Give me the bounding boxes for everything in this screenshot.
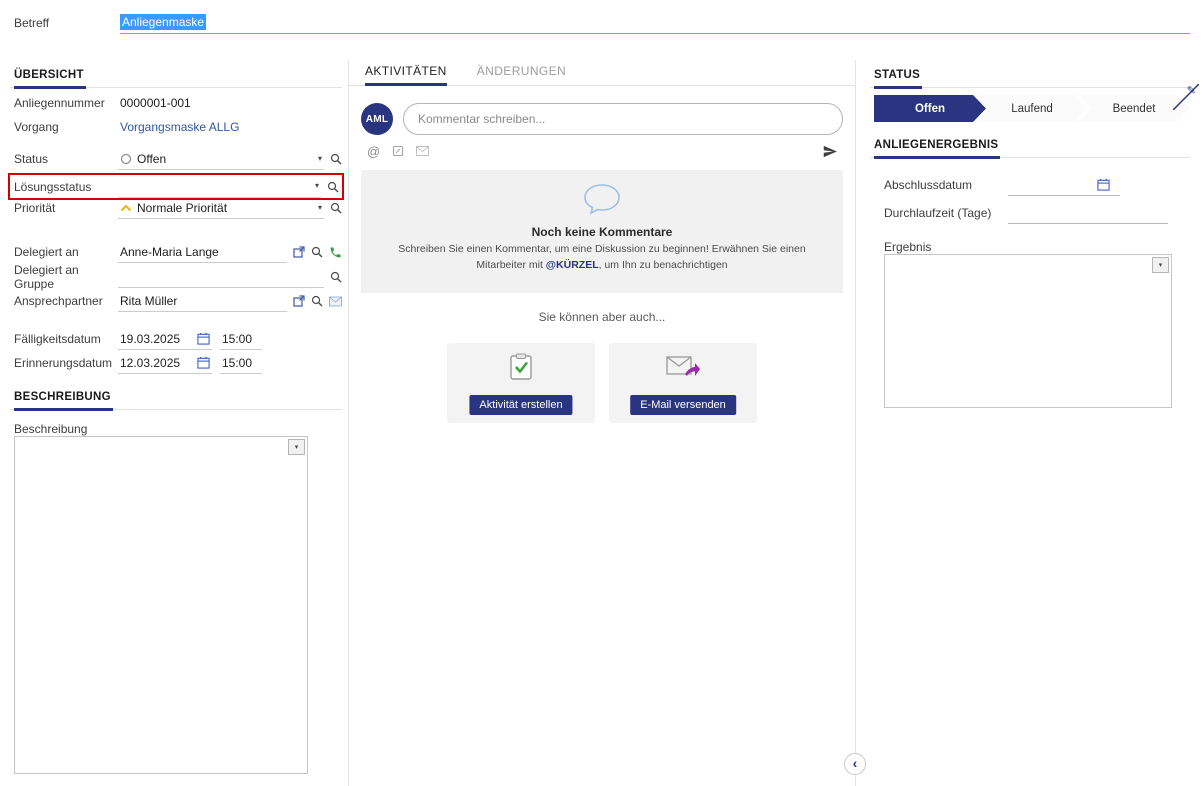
prioritaet-select[interactable]: Normale Priorität ▾ [118, 197, 324, 219]
status-step-laufend[interactable]: Laufend [976, 95, 1088, 122]
anliegennummer-value: 0000001-001 [120, 96, 191, 110]
status-header: STATUS [870, 62, 1190, 88]
betreff-label: Betreff [14, 16, 49, 30]
field-ansprechpartner: Ansprechpartner Rita Müller [10, 290, 342, 312]
overview-panel: ÜBERSICHT Anliegennummer 0000001-001 Vor… [10, 62, 342, 786]
status-title: STATUS [874, 69, 922, 89]
clipboard-check-icon [508, 353, 534, 381]
field-erinnerungsdatum: Erinnerungsdatum 12.03.2025 15:00 [10, 352, 342, 374]
ergebnis-label: Ergebnis [884, 240, 931, 254]
erinnerungsdatum-time-input[interactable]: 15:00 [220, 352, 262, 374]
tab-aktivitaeten[interactable]: AKTIVITÄTEN [365, 64, 447, 86]
overview-header: ÜBERSICHT [10, 62, 342, 88]
status-steps: Offen Laufend Beendet [874, 95, 1190, 122]
chevron-down-icon[interactable]: ▾ [315, 182, 319, 190]
create-activity-button[interactable]: Aktivität erstellen [469, 395, 572, 415]
mail-icon[interactable] [416, 146, 429, 156]
search-icon[interactable] [327, 181, 339, 193]
field-status: Status Offen ▾ [10, 148, 342, 170]
vorgang-link[interactable]: Vorgangsmaske ALLG [120, 120, 239, 134]
beschreibung-dropdown-button[interactable]: ▾ [288, 439, 305, 455]
chevron-down-icon[interactable]: ▾ [318, 155, 322, 163]
chevron-left-icon: ‹ [853, 756, 858, 770]
beschreibung-label: Beschreibung [14, 422, 87, 436]
search-icon[interactable] [330, 271, 342, 283]
suggestion-text: Sie können aber auch... [349, 310, 855, 324]
chevron-down-icon[interactable]: ▾ [318, 204, 322, 212]
email-forward-icon [666, 353, 700, 379]
field-abschlussdatum: Abschlussdatum [884, 174, 1185, 196]
field-prioritaet: Priorität Normale Priorität ▾ [10, 197, 342, 219]
result-title: ANLIEGENERGEBNIS [874, 139, 1000, 159]
send-email-button[interactable]: E-Mail versenden [630, 395, 736, 415]
popout-edit-corner[interactable]: ✎ [1173, 84, 1199, 110]
overview-title: ÜBERSICHT [14, 69, 86, 89]
chevron-down-icon: ▾ [1159, 262, 1163, 269]
abschlussdatum-input[interactable] [1008, 174, 1120, 196]
faelligkeitsdatum-time-input[interactable]: 15:00 [220, 328, 262, 350]
anliegen-detail-page: Betreff Anliegenmaske ÜBERSICHT Anliegen… [0, 0, 1203, 786]
field-vorgang: Vorgang Vorgangsmaske ALLG [10, 116, 342, 138]
field-anliegennummer: Anliegennummer 0000001-001 [10, 92, 342, 114]
delegiert-an-value: Anne-Maria Lange [120, 245, 219, 259]
send-email-card[interactable]: E-Mail versenden [609, 343, 757, 423]
beschreibung-header: BESCHREIBUNG [10, 384, 342, 410]
result-header: ANLIEGENERGEBNIS [870, 132, 1190, 158]
tab-aenderungen[interactable]: ÄNDERUNGEN [477, 64, 566, 85]
calendar-icon[interactable] [1097, 178, 1110, 191]
calendar-icon[interactable] [197, 356, 210, 369]
field-durchlaufzeit: Durchlaufzeit (Tage) [884, 202, 1185, 224]
faelligkeitsdatum-date-input[interactable]: 19.03.2025 [118, 328, 212, 350]
status-value: Offen [137, 152, 166, 166]
empty-state-title: Noch keine Kommentare [361, 225, 843, 239]
email-icon[interactable] [329, 296, 342, 307]
search-icon[interactable] [330, 153, 342, 165]
field-delegiert-an: Delegiert an Anne-Maria Lange [10, 241, 342, 263]
status-select[interactable]: Offen ▾ [118, 148, 324, 170]
comments-empty-state: Noch keine Kommentare Schreiben Sie eine… [361, 170, 843, 293]
erinnerungsdatum-date-input[interactable]: 12.03.2025 [118, 352, 212, 374]
search-icon[interactable] [330, 202, 342, 214]
activities-tabs: AKTIVITÄTEN ÄNDERUNGEN [349, 60, 855, 86]
send-icon[interactable] [821, 144, 839, 159]
prioritaet-value: Normale Priorität [137, 201, 227, 215]
radio-circle-icon [120, 153, 132, 165]
avatar: AML [361, 103, 393, 135]
field-loesungsstatus-highlighted: Lösungsstatus ▾ [8, 173, 344, 200]
betreff-value-selected: Anliegenmaske [120, 14, 206, 30]
delegiert-an-input[interactable]: Anne-Maria Lange [118, 241, 287, 263]
ergebnis-dropdown-button[interactable]: ▾ [1152, 257, 1169, 273]
empty-state-caption: Schreiben Sie einen Kommentar, um eine D… [376, 242, 828, 274]
durchlaufzeit-input[interactable] [1008, 202, 1168, 224]
beschreibung-textarea[interactable]: ▾ [14, 436, 308, 774]
mention-icon[interactable]: @ [367, 145, 380, 158]
comment-input[interactable] [403, 103, 843, 135]
loesungsstatus-select[interactable]: ▾ [118, 175, 321, 198]
calendar-icon[interactable] [197, 332, 210, 345]
create-activity-card[interactable]: Aktivität erstellen [447, 343, 595, 423]
status-step-offen[interactable]: Offen [874, 95, 986, 122]
open-record-icon[interactable] [293, 295, 305, 307]
open-record-icon[interactable] [293, 246, 305, 258]
note-icon[interactable] [392, 145, 404, 157]
field-delegiert-an-gruppe: Delegiert an Gruppe [10, 266, 342, 288]
betreff-input[interactable]: Anliegenmaske [120, 10, 1190, 34]
mention-kuerzel: @KÜRZEL [546, 259, 599, 271]
speech-bubble-icon [582, 183, 622, 215]
activities-panel: AKTIVITÄTEN ÄNDERUNGEN AML @ Noch kei [348, 60, 856, 786]
status-result-panel: STATUS Offen Laufend Beendet ✎ ANLIEGENE… [870, 62, 1195, 786]
ansprechpartner-input[interactable]: Rita Müller [118, 290, 287, 312]
ergebnis-textarea[interactable]: ▾ [884, 254, 1172, 408]
delegiert-an-gruppe-input[interactable] [118, 266, 324, 288]
beschreibung-title: BESCHREIBUNG [14, 391, 113, 411]
search-icon[interactable] [311, 246, 323, 258]
ansprechpartner-value: Rita Müller [120, 294, 177, 308]
pencil-icon: ✎ [1187, 84, 1196, 97]
field-faelligkeitsdatum: Fälligkeitsdatum 19.03.2025 15:00 [10, 328, 342, 350]
search-icon[interactable] [311, 295, 323, 307]
phone-icon[interactable] [329, 246, 342, 259]
chevron-down-icon: ▾ [295, 444, 299, 451]
collapse-panel-button[interactable]: ‹ [844, 753, 866, 775]
priority-normal-icon [120, 204, 132, 212]
